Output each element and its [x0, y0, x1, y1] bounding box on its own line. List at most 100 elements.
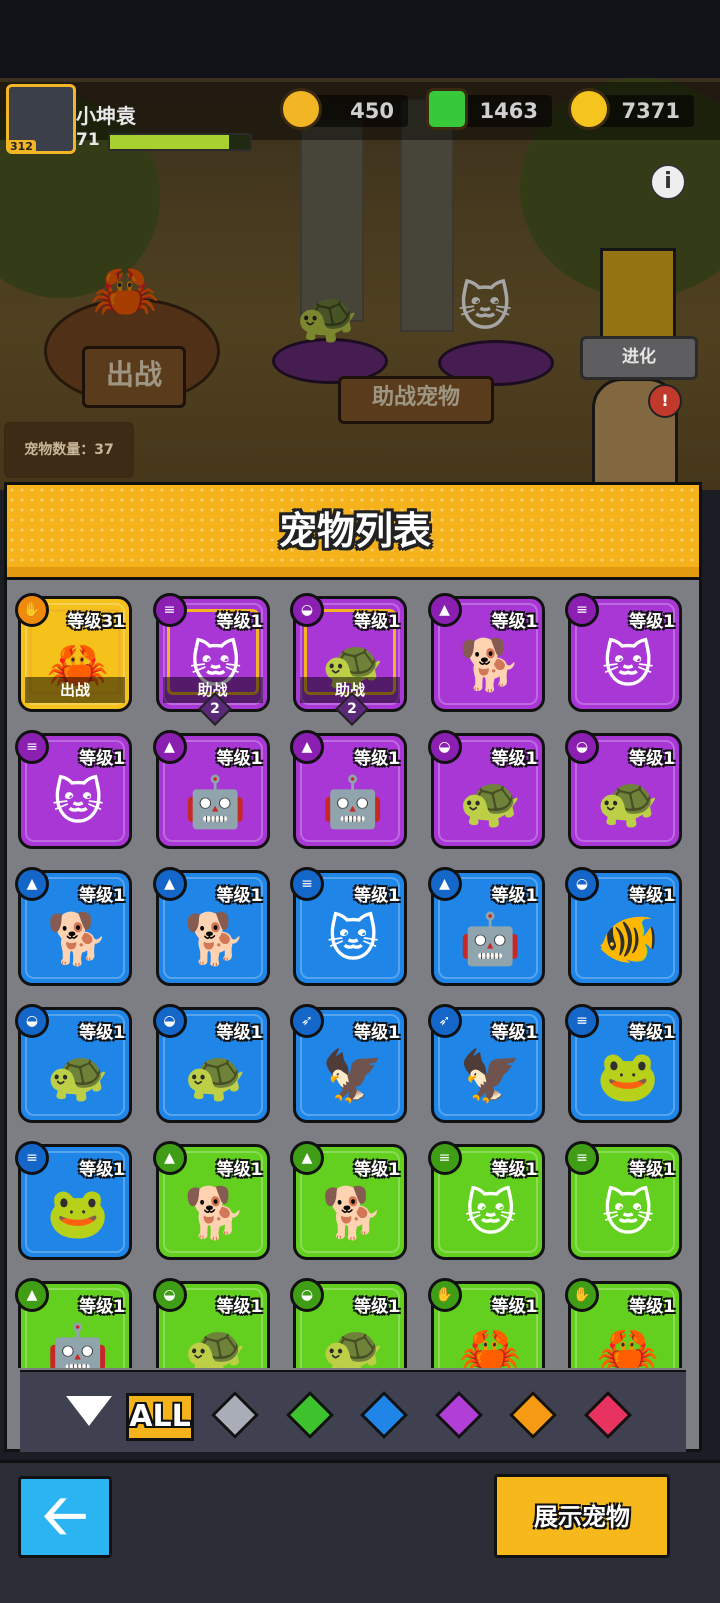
dog-icon: ▲	[152, 730, 187, 764]
coin-icon[interactable]	[280, 88, 322, 130]
pet-level: 等级1	[629, 1023, 675, 1043]
triangle-down-icon[interactable]	[66, 1396, 112, 1426]
paw-icon: ✋	[565, 1278, 599, 1312]
pet-card[interactable]: 🤖 ▲ 等级1	[152, 730, 270, 849]
pet-level: 等级1	[491, 886, 538, 906]
evolve-button[interactable]: 进化	[580, 336, 698, 380]
pet-sprite: 🐕	[46, 910, 110, 968]
pet-card[interactable]: 🦀 ✋ 等级31 出战	[15, 593, 132, 712]
pet-card[interactable]: 🐱 ≡ 等级1 助战 2	[152, 593, 270, 726]
gold-value: 7371	[621, 99, 680, 123]
coins-icon: ≡	[565, 1141, 599, 1175]
shell-icon: ◒	[152, 1278, 187, 1312]
pet-sprite: 🐢	[321, 1321, 385, 1368]
eagle-icon: ➶	[427, 1004, 462, 1038]
pet-level: 等级1	[216, 1160, 263, 1180]
pet-level: 等级1	[491, 749, 538, 769]
pet-card[interactable]: 🤖 ▲ 等级1	[427, 867, 545, 986]
pet-level: 等级1	[629, 749, 675, 769]
xp-bar-fill	[110, 135, 229, 149]
pet-card[interactable]: 🐢 ◒ 等级1	[290, 1278, 407, 1368]
pet-card[interactable]: 🐱 ≡ 等级1	[15, 730, 132, 849]
info-icon[interactable]: i	[650, 164, 686, 200]
pet-card[interactable]: 🐠 ◒ 等级1	[565, 867, 682, 986]
pet-card[interactable]: 🐱 ≡ 等级1	[427, 1141, 545, 1260]
pet-card[interactable]: 🐢 ◒ 等级1	[427, 730, 545, 849]
coins-icon: ≡	[152, 593, 187, 627]
pet-card[interactable]: 🐢 ◒ 等级1	[565, 730, 682, 849]
dog-icon: ▲	[290, 1141, 324, 1175]
avatar[interactable]: 312	[6, 84, 76, 154]
pet-level: 等级1	[354, 1160, 400, 1180]
coins-icon: ≡	[427, 1141, 462, 1175]
pet-sprite: 🤖	[321, 773, 385, 831]
pet-card[interactable]: 🐱 ≡ 等级1	[565, 1141, 682, 1260]
dog-icon: ▲	[427, 867, 462, 901]
gem-value: 1463	[479, 99, 538, 123]
pet-sprite: 🐕	[184, 910, 247, 968]
pet-card[interactable]: 🦅 ➶ 等级1	[290, 1004, 407, 1123]
pet-card[interactable]: 🐸 ≡ 等级1	[565, 1004, 682, 1123]
pet-card[interactable]: 🐕 ▲ 等级1	[152, 867, 270, 986]
pet-level: 等级1	[491, 612, 538, 632]
pet-level: 等级1	[216, 612, 263, 632]
panel-title: 宠物列表	[278, 509, 431, 553]
coins-icon: ≡	[565, 1004, 599, 1038]
pet-sprite: 🦅	[321, 1047, 385, 1105]
pet-card[interactable]: 🤖 ▲ 等级1	[290, 730, 407, 849]
paw-icon: ✋	[427, 1278, 462, 1312]
pet-card[interactable]: 🐢 ◒ 等级1	[152, 1004, 270, 1123]
pet-level: 等级1	[354, 749, 400, 769]
pet-card[interactable]: 🦀 ✋ 等级1	[427, 1278, 545, 1368]
coins-icon: ≡	[15, 1141, 49, 1175]
dog-icon: ▲	[152, 867, 187, 901]
pet-grid[interactable]: 🦀 ✋ 等级31 出战 🐱 ≡ 等级1 助战 2 🐢 ◒ 等级1 助战 2 🐕 ▲ 等级1 🐱 ≡ 等级1 🐱 ≡ 等级1 🤖…	[14, 588, 694, 1368]
pet-card[interactable]: 🐕 ▲ 等级1	[290, 1141, 407, 1260]
pet-level: 等级1	[491, 1297, 538, 1317]
pet-sprite: 🦀	[459, 1321, 522, 1368]
green-gem-plus-icon[interactable]	[426, 88, 468, 130]
pet-sprite: 🐢	[459, 773, 522, 831]
status-bar	[0, 0, 720, 78]
alert-icon[interactable]: !	[648, 384, 682, 418]
pet-sprite: 🐕	[459, 636, 522, 694]
coins-icon: ≡	[15, 730, 49, 764]
pet-sprite: 🐢	[184, 1321, 247, 1368]
show-pets-button[interactable]: 展示宠物	[494, 1474, 670, 1558]
pet-card[interactable]: 🐕 ▲ 等级1	[427, 593, 545, 712]
pet-sprite: 🐕	[184, 1184, 247, 1242]
gold-plus-icon[interactable]	[568, 88, 610, 130]
pet-sprite: 🤖	[459, 910, 522, 968]
pet-card[interactable]: 🐱 ≡ 等级1	[565, 593, 682, 712]
pet-sprite: 🐱	[51, 773, 105, 831]
shell-icon: ◒	[290, 593, 324, 627]
pet-card[interactable]: 🐱 ≡ 等级1	[290, 867, 407, 986]
pet-level: 等级1	[354, 886, 400, 906]
xp-bar	[108, 133, 252, 151]
pet-sprite: 🐢	[184, 1047, 247, 1105]
paw-icon: ✋	[15, 593, 49, 627]
pet-card[interactable]: 🤖 ▲ 等级1	[15, 1278, 132, 1368]
pet-card[interactable]: 🐸 ≡ 等级1	[15, 1141, 132, 1260]
pet-card[interactable]: 🐢 ◒ 等级1 助战 2	[290, 593, 407, 726]
pet-sprite: 🐱	[601, 636, 655, 694]
pet-sprite: 🐢	[596, 773, 660, 831]
pet-sprite: 🐢	[46, 1047, 110, 1105]
coins-icon: ≡	[290, 867, 324, 901]
pet-level: 等级1	[216, 886, 263, 906]
filter-all-button[interactable]: ALL	[126, 1393, 194, 1441]
pet-card[interactable]: 🦅 ➶ 等级1	[427, 1004, 545, 1123]
shell-icon: ◒	[152, 1004, 187, 1038]
pet-card[interactable]: 🐕 ▲ 等级1	[15, 867, 132, 986]
pet-card[interactable]: 🦀 ✋ 等级1	[565, 1278, 682, 1368]
back-button[interactable]: 🡠	[18, 1476, 112, 1558]
dog-icon: ▲	[427, 593, 462, 627]
pet-card[interactable]: 🐢 ◒ 等级1	[152, 1278, 270, 1368]
pet-card[interactable]: 🐢 ◒ 等级1	[15, 1004, 132, 1123]
pet-sprite: 🐱	[326, 910, 380, 968]
shell-icon: ◒	[15, 1004, 49, 1038]
pet-card[interactable]: 🐕 ▲ 等级1	[152, 1141, 270, 1260]
pet-level: 等级1	[354, 1023, 400, 1043]
pet-level: 等级31	[67, 612, 125, 632]
pet-sprite: 🦅	[459, 1047, 522, 1105]
